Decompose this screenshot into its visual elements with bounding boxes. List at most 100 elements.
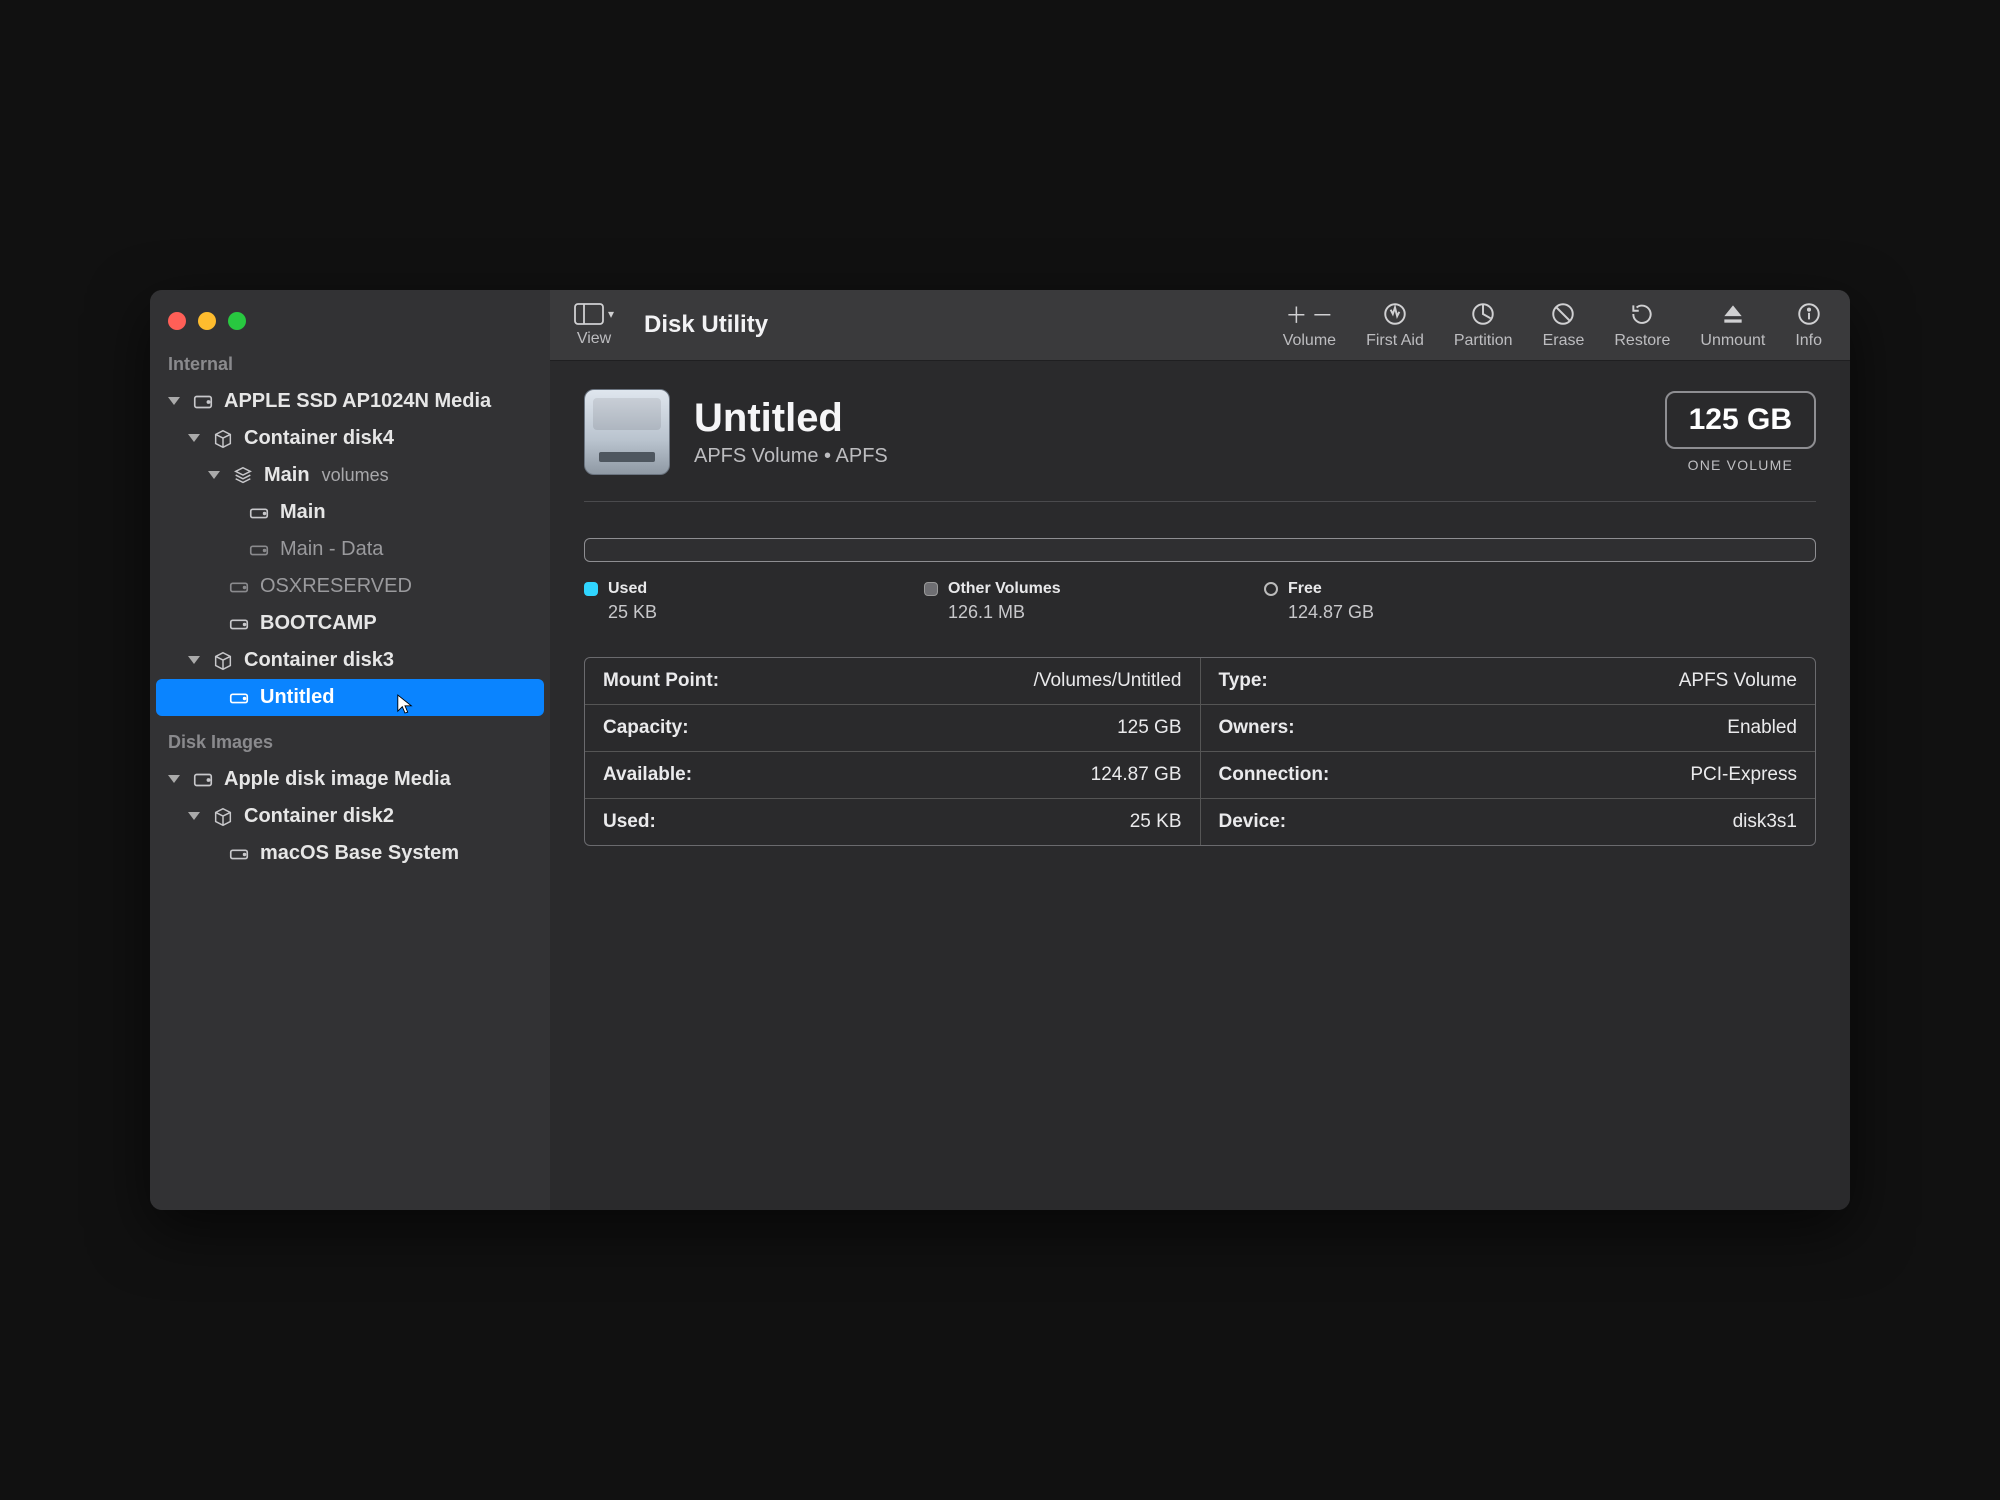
sidebar-item-container-disk2[interactable]: Container disk2 (150, 798, 550, 835)
sidebar-item-osxreserved[interactable]: OSXRESERVED (150, 568, 550, 605)
sidebar-item-main-data[interactable]: Main - Data (150, 531, 550, 568)
info-key: Mount Point: (603, 670, 719, 692)
info-value: PCI-Express (1690, 764, 1797, 786)
sidebar-toggle-icon: ▾ (574, 300, 614, 328)
legend-label: Free (1288, 580, 1322, 598)
info-value: APFS Volume (1679, 670, 1797, 692)
info-value: Enabled (1727, 717, 1797, 739)
toolbar: ▾ View Disk Utility ＋ － Volume First Aid (550, 290, 1850, 361)
restore-button[interactable]: Restore (1608, 300, 1676, 350)
table-row: Mount Point: /Volumes/Untitled Type: APFS … (585, 658, 1815, 705)
volume-info-table: Mount Point: /Volumes/Untitled Type: APFS … (584, 657, 1816, 846)
info-button[interactable]: Info (1789, 300, 1828, 350)
volumes-stack-icon (232, 465, 254, 487)
sidebar-item-bootcamp[interactable]: BOOTCAMP (150, 605, 550, 642)
restore-icon (1629, 300, 1655, 328)
sidebar-item-container-disk3[interactable]: Container disk3 (150, 642, 550, 679)
sidebar-item-label: Apple disk image Media (224, 768, 451, 791)
chevron-down-icon[interactable] (168, 390, 182, 413)
legend-free: Free 124.87 GB (1264, 580, 1484, 623)
legend-value: 126.1 MB (948, 602, 1144, 623)
sidebar-item-label: Container disk4 (244, 427, 394, 450)
chevron-down-icon: ▾ (608, 307, 614, 321)
volume-detail: Untitled APFS Volume • APFS 125 GB ONE V… (550, 361, 1850, 1210)
container-icon (212, 806, 234, 828)
sidebar-item-label: Main - Data (280, 538, 383, 561)
toolbar-label: Restore (1614, 332, 1670, 350)
sidebar-item-suffix: volumes (322, 465, 389, 486)
volume-add-remove-button[interactable]: ＋ － Volume (1277, 300, 1342, 350)
window-title: Disk Utility (644, 311, 768, 339)
usage-bar (584, 538, 1816, 562)
table-row: Capacity:125 GB Owners:Enabled (585, 705, 1815, 752)
chevron-down-icon[interactable] (208, 464, 222, 487)
disk-icon (192, 391, 214, 413)
partition-icon (1470, 300, 1496, 328)
volume-name: Untitled (694, 396, 888, 441)
sidebar-item-macos-base[interactable]: macOS Base System (150, 835, 550, 872)
sidebar-item-untitled[interactable]: Untitled (156, 679, 544, 716)
toolbar-label: First Aid (1366, 332, 1424, 350)
volume-size-caption: ONE VOLUME (1665, 457, 1816, 473)
disk-utility-window: Internal APPLE SSD AP1024N Media Contain… (150, 290, 1850, 1210)
window-controls (150, 302, 550, 350)
sidebar-item-container-disk4[interactable]: Container disk4 (150, 420, 550, 457)
legend-other: Other Volumes 126.1 MB (924, 580, 1144, 623)
info-value: disk3s1 (1733, 811, 1797, 833)
legend-label: Other Volumes (948, 580, 1061, 598)
sidebar-section-disk-images: Disk Images (150, 728, 550, 761)
erase-button[interactable]: Erase (1537, 300, 1591, 350)
sidebar-item-label: Untitled (260, 686, 334, 709)
sidebar-item-label: Main (280, 501, 326, 524)
sidebar-item-label: Container disk3 (244, 649, 394, 672)
close-window-button[interactable] (168, 312, 186, 330)
volume-header: Untitled APFS Volume • APFS 125 GB ONE V… (584, 389, 1816, 502)
usage-legend: Used 25 KB Other Volumes 126.1 MB Free 1… (584, 580, 1816, 623)
view-menu-button[interactable]: ▾ View (568, 300, 620, 348)
sidebar-item-label: APPLE SSD AP1024N Media (224, 390, 491, 413)
container-icon (212, 428, 234, 450)
info-value: 25 KB (1130, 811, 1182, 833)
sidebar-item-label: BOOTCAMP (260, 612, 377, 635)
info-key: Device: (1219, 811, 1287, 833)
volume-icon (228, 687, 250, 709)
sidebar-item-main-volumes[interactable]: Main volumes (150, 457, 550, 494)
info-key: Used: (603, 811, 656, 833)
chevron-down-icon[interactable] (188, 805, 202, 828)
table-row: Available:124.87 GB Connection:PCI-Expre… (585, 752, 1815, 799)
sidebar-item-apple-disk-image[interactable]: Apple disk image Media (150, 761, 550, 798)
info-key: Capacity: (603, 717, 689, 739)
volume-icon (228, 843, 250, 865)
info-icon (1796, 300, 1822, 328)
unmount-button[interactable]: Unmount (1694, 300, 1771, 350)
sidebar-item-main[interactable]: Main (150, 494, 550, 531)
first-aid-button[interactable]: First Aid (1360, 300, 1430, 350)
chevron-down-icon[interactable] (188, 649, 202, 672)
minimize-window-button[interactable] (198, 312, 216, 330)
chevron-down-icon[interactable] (188, 427, 202, 450)
toolbar-label: Info (1795, 332, 1822, 350)
eject-icon (1720, 300, 1746, 328)
sidebar-item-internal-media[interactable]: APPLE SSD AP1024N Media (150, 383, 550, 420)
volume-large-icon (584, 389, 670, 475)
legend-used: Used 25 KB (584, 580, 804, 623)
info-value: /Volumes/Untitled (1034, 670, 1182, 692)
sidebar: Internal APPLE SSD AP1024N Media Contain… (150, 290, 550, 1210)
toolbar-label: Erase (1543, 332, 1585, 350)
volume-icon (228, 576, 250, 598)
toolbar-label: Unmount (1700, 332, 1765, 350)
info-value: 124.87 GB (1091, 764, 1182, 786)
info-key: Type: (1219, 670, 1268, 692)
zoom-window-button[interactable] (228, 312, 246, 330)
volume-icon (228, 613, 250, 635)
legend-value: 25 KB (608, 602, 804, 623)
partition-button[interactable]: Partition (1448, 300, 1519, 350)
sidebar-section-internal: Internal (150, 350, 550, 383)
volume-size-box: 125 GB ONE VOLUME (1665, 391, 1816, 473)
swatch-other-icon (924, 582, 938, 596)
chevron-down-icon[interactable] (168, 768, 182, 791)
toolbar-label: View (577, 330, 611, 348)
volume-icon (248, 539, 270, 561)
sidebar-item-label: Main (264, 464, 310, 487)
info-key: Available: (603, 764, 692, 786)
